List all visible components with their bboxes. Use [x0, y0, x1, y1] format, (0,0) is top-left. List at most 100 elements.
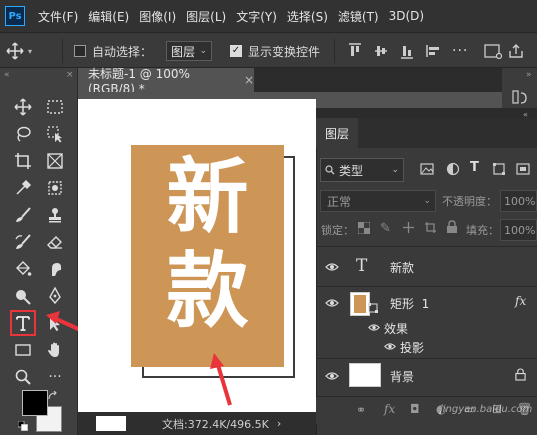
align-bottom-button[interactable]: [400, 33, 414, 69]
layer-row[interactable]: 背景: [316, 359, 537, 393]
frame-tool[interactable]: [44, 150, 66, 172]
document-canvas[interactable]: 新 款: [78, 99, 316, 412]
filter-smart-object-button[interactable]: [516, 162, 530, 179]
lock-all-button[interactable]: [446, 220, 458, 237]
fill-input[interactable]: 100%: [500, 219, 537, 241]
eye-icon[interactable]: [325, 262, 339, 272]
effect-group-row[interactable]: 效果: [316, 319, 537, 337]
align-middle-button[interactable]: [374, 33, 388, 69]
lock-transparent-button[interactable]: [357, 221, 371, 237]
filter-pixel-button[interactable]: [420, 162, 434, 179]
effect-row[interactable]: 投影: [316, 338, 537, 356]
move-tool-preset[interactable]: ▾: [6, 33, 32, 69]
default-colors-icon[interactable]: [17, 420, 28, 431]
crop-tool[interactable]: [12, 150, 34, 172]
rectangle-icon: [15, 344, 31, 356]
eyedropper-tool[interactable]: [12, 177, 34, 199]
collapse-panel-icon[interactable]: «: [4, 70, 10, 80]
stamp-tool[interactable]: [44, 204, 66, 226]
filter-shape-button[interactable]: [492, 162, 506, 179]
expand-panel-icon[interactable]: »: [526, 70, 532, 80]
3d-mode-button[interactable]: [484, 33, 502, 69]
layer-row[interactable]: 矩形 1 fx: [316, 287, 537, 319]
menu-select[interactable]: 选择(S): [282, 8, 333, 25]
align-top-icon: [349, 43, 361, 56]
add-mask-icon[interactable]: ◘: [410, 402, 420, 416]
opacity-input[interactable]: 100%: [500, 190, 537, 212]
eye-icon[interactable]: [368, 323, 380, 332]
type-tool[interactable]: [10, 310, 36, 336]
eye-icon[interactable]: [384, 342, 396, 351]
history-panel-button[interactable]: [512, 90, 528, 107]
share-button[interactable]: [508, 33, 524, 69]
auto-select-checkbox[interactable]: [74, 45, 86, 57]
smudge-tool[interactable]: [44, 258, 66, 280]
more-icon: ···: [48, 369, 62, 385]
lock-artboard-button[interactable]: [424, 221, 437, 237]
status-menu-icon[interactable]: ›: [277, 417, 281, 430]
close-icon[interactable]: ×: [244, 73, 254, 87]
hand-tool[interactable]: [44, 339, 66, 361]
rectangle-tool[interactable]: [12, 339, 34, 361]
menu-3d[interactable]: 3D(D): [384, 9, 429, 23]
divider: [62, 39, 63, 63]
add-style-icon[interactable]: fx: [384, 402, 395, 416]
eye-icon[interactable]: [325, 298, 339, 308]
photoshop-logo: Ps: [5, 6, 25, 26]
layer-thumbnail: [349, 363, 381, 387]
filter-adjustment-button[interactable]: [446, 162, 460, 179]
zoom-tool[interactable]: [12, 366, 34, 388]
menu-layer[interactable]: 图层(L): [181, 8, 231, 25]
layer-row[interactable]: T 新款: [316, 248, 537, 286]
move-tool[interactable]: [12, 96, 34, 118]
brush-tool[interactable]: [12, 204, 34, 226]
object-select-tool[interactable]: [44, 123, 66, 145]
eye-icon[interactable]: [325, 371, 339, 381]
menu-type[interactable]: 文字(Y): [231, 8, 282, 25]
align-top-button[interactable]: [348, 33, 362, 69]
close-panel-icon[interactable]: ×: [66, 70, 74, 80]
document-tab[interactable]: 未标题-1 @ 100%(RGB/8) * ×: [78, 67, 254, 96]
dodge-tool[interactable]: [12, 285, 34, 307]
blend-mode-dropdown[interactable]: 正常 ⌄: [320, 190, 436, 212]
link-layers-icon[interactable]: ⚭: [356, 403, 366, 417]
auto-select-value: 图层: [171, 44, 196, 59]
menu-image[interactable]: 图像(I): [134, 8, 181, 25]
document-tab-title: 未标题-1 @ 100%(RGB/8) *: [88, 66, 190, 96]
move-icon: [14, 98, 32, 116]
filter-type-icon[interactable]: T: [470, 160, 479, 175]
marquee-tool[interactable]: [44, 96, 66, 118]
edit-toolbar-button[interactable]: ···: [44, 366, 66, 388]
foreground-color-swatch[interactable]: [22, 390, 48, 416]
filter-kind-dropdown[interactable]: 类型 ⌄: [320, 158, 404, 182]
lock-image-button[interactable]: ✎: [380, 221, 391, 236]
show-transform-group[interactable]: ✓ 显示变换控件: [230, 33, 320, 69]
paint-bucket-tool[interactable]: [12, 258, 34, 280]
text-layer-line1[interactable]: 新: [131, 153, 284, 243]
healing-icon: [48, 181, 62, 195]
more-options-button[interactable]: ···: [452, 33, 468, 69]
align-left-button[interactable]: [426, 33, 442, 69]
text-layer-line2[interactable]: 款: [131, 247, 284, 337]
menu-filter[interactable]: 滤镜(T): [333, 8, 384, 25]
auto-select-dropdown[interactable]: 图层 ⌄: [166, 41, 212, 61]
menu-file[interactable]: 文件(F): [33, 8, 83, 25]
fx-badge[interactable]: fx: [515, 294, 526, 308]
zoom-field[interactable]: [96, 416, 126, 431]
lock-position-button[interactable]: [402, 221, 415, 237]
history-brush-icon: [15, 234, 31, 249]
lasso-icon: [17, 126, 31, 142]
menu-edit[interactable]: 编辑(E): [83, 8, 134, 25]
spot-healing-tool[interactable]: [44, 177, 66, 199]
align-middle-icon: [375, 46, 387, 56]
tab-layers[interactable]: 图层: [316, 118, 358, 148]
lasso-tool[interactable]: [12, 123, 34, 145]
swap-colors-icon[interactable]: [48, 390, 57, 400]
shape-filter-icon: [493, 163, 505, 175]
eraser-tool[interactable]: [44, 231, 66, 253]
chevron-down-icon: ⌄: [423, 196, 431, 206]
show-transform-checkbox[interactable]: ✓: [230, 45, 242, 57]
divider: [316, 246, 537, 247]
history-brush-tool[interactable]: [12, 231, 34, 253]
image-icon: [420, 163, 434, 175]
